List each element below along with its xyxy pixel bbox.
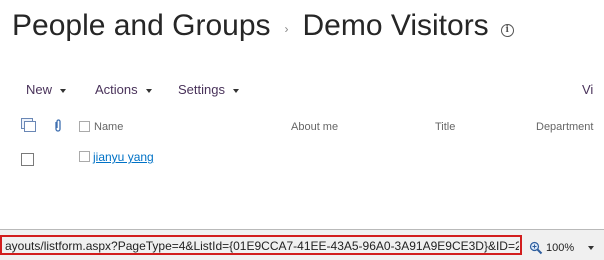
zoom-icon — [529, 241, 543, 255]
list-header-row: Name About me Title Department — [0, 116, 604, 138]
page-header: People and Groups › Demo Visitors i — [12, 4, 604, 48]
attachment-icon — [54, 119, 62, 132]
new-menu-button[interactable]: New — [26, 82, 67, 97]
chevron-down-icon[interactable] — [588, 246, 595, 250]
status-url: ayouts/listform.aspx?PageType=4&ListId={… — [5, 239, 519, 253]
zoom-control[interactable]: 100% — [529, 241, 595, 255]
column-header-department[interactable]: Department — [536, 121, 593, 133]
user-link[interactable]: jianyu yang — [93, 150, 154, 164]
item-checkbox[interactable] — [79, 151, 90, 162]
settings-menu-button[interactable]: Settings — [178, 82, 239, 97]
view-menu-button[interactable]: Vi — [582, 82, 593, 97]
breadcrumb-separator: › — [284, 22, 289, 36]
info-icon[interactable]: i — [500, 23, 514, 37]
new-label: New — [26, 82, 53, 97]
view-label: Vi — [582, 82, 594, 97]
chevron-down-icon — [145, 88, 152, 93]
actions-label: Actions — [95, 82, 138, 97]
page-title[interactable]: People and Groups — [12, 9, 271, 43]
row-select-checkbox[interactable] — [21, 153, 34, 166]
column-header-about-me[interactable]: About me — [291, 121, 338, 133]
status-url-highlight: ayouts/listform.aspx?PageType=4&ListId={… — [0, 235, 522, 255]
header-checkbox[interactable] — [79, 121, 90, 132]
settings-label: Settings — [178, 82, 225, 97]
page-subtitle: Demo Visitors — [302, 9, 489, 42]
column-header-title[interactable]: Title — [435, 121, 455, 133]
column-header-name[interactable]: Name — [94, 121, 123, 133]
select-all-icon[interactable] — [21, 118, 37, 132]
toolbar: New Actions Settings Vi — [0, 80, 604, 104]
chevron-down-icon — [232, 88, 239, 93]
chevron-down-icon — [60, 88, 67, 93]
actions-menu-button[interactable]: Actions — [95, 82, 152, 97]
